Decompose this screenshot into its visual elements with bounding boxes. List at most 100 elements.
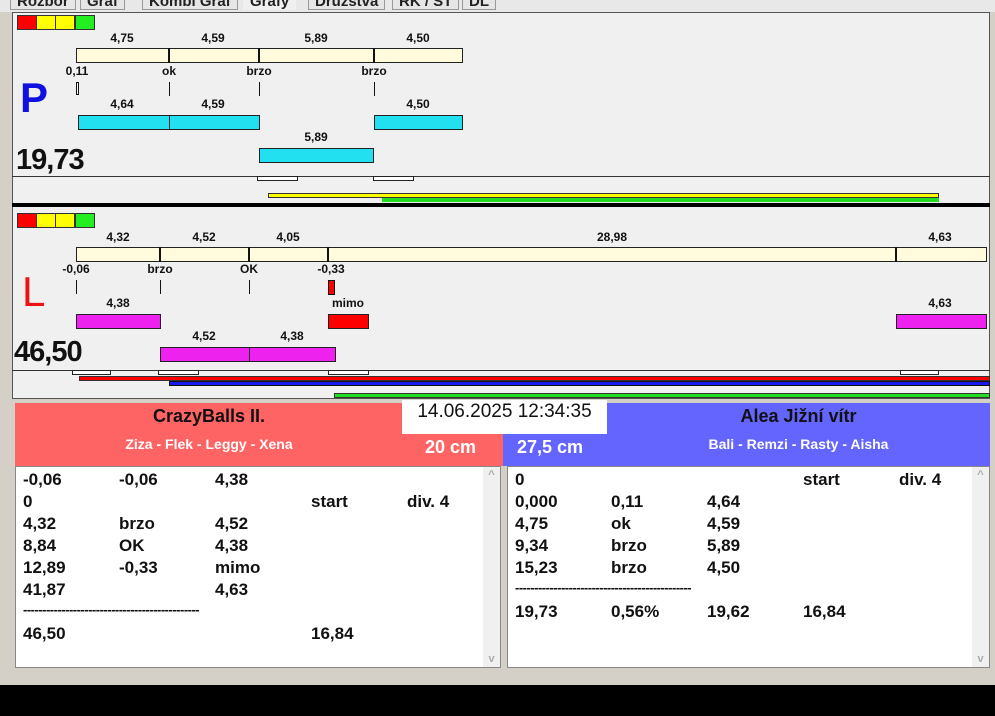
segment-time: 4,59 — [201, 31, 225, 45]
log-cell: brzo — [611, 558, 647, 577]
exchange-label: brzo — [361, 64, 387, 78]
log-cell: 19,62 — [707, 602, 750, 621]
lane-letter: L — [22, 268, 46, 315]
segment-time: 4,63 — [928, 230, 952, 244]
runner-bar — [78, 115, 170, 130]
log-row: 46,50 16,84 — [16, 624, 500, 646]
log-row: 12,89 -0,33 mimo — [16, 558, 500, 580]
log-cell: -0,06 — [23, 470, 62, 489]
log-cell: 4,32 — [23, 514, 57, 533]
log-cell: 5,89 — [707, 536, 741, 555]
tab-druzstva[interactable]: Družstva — [308, 0, 386, 10]
log-row: -0,06 -0,06 4,38 — [16, 470, 500, 492]
log-cell: 0 — [23, 492, 33, 511]
log-cell: start — [311, 492, 348, 511]
status-swatch-red — [17, 15, 37, 30]
log-cell: 4,75 — [515, 514, 549, 533]
log-cell: 8,84 — [23, 536, 57, 555]
left-team-players: Ziza - Flek - Leggy - Xena — [125, 436, 293, 452]
runner-bar — [249, 347, 336, 362]
log-row: 41,87 4,63 — [16, 580, 500, 602]
runner-bar-fault — [328, 314, 369, 329]
segment-time: 4,75 — [110, 31, 134, 45]
runner-bar — [160, 347, 250, 362]
tab-rozbor[interactable]: Rozbor — [10, 0, 76, 10]
runner-bar — [76, 314, 161, 329]
log-row: ----------------------------------------… — [16, 602, 500, 624]
log-cell: 4,50 — [707, 558, 741, 577]
log-cell: OK — [119, 536, 145, 555]
datetime: 14.06.2025 12:34:35 — [402, 400, 607, 434]
tab-graf[interactable]: Graf — [80, 0, 125, 10]
left-team-name: CrazyBalls II. — [152, 406, 266, 426]
log-cell: 16,84 — [803, 602, 846, 621]
log-cell: 0 — [515, 470, 525, 489]
right-team-name: Alea Jižní vítr — [740, 406, 857, 426]
log-cell: 4,64 — [707, 492, 741, 511]
log-cell: 9,34 — [515, 536, 549, 555]
timeline-bar — [76, 48, 463, 63]
segment-time: 4,50 — [406, 31, 430, 45]
runner-bar — [259, 148, 374, 163]
progress-line-green — [382, 198, 939, 202]
segment-time: 5,89 — [304, 31, 328, 45]
log-row: 9,34 brzo 5,89 — [508, 536, 989, 558]
total-time: 46,50 — [14, 336, 83, 368]
log-cell: 4,52 — [215, 514, 249, 533]
log-cell: 0,11 — [611, 492, 644, 511]
log-row: 0,000 0,11 4,64 — [508, 492, 989, 514]
tab-kombi-graf[interactable]: Kombi Graf — [142, 0, 238, 10]
exchange-label: brzo — [147, 262, 173, 276]
log-cell: -0,33 — [119, 558, 158, 577]
log-cell: ok — [611, 514, 631, 533]
log-row: 4,32 brzo 4,52 — [16, 514, 500, 536]
log-row: 19,73 0,56% 19,62 16,84 — [508, 602, 989, 624]
status-swatch-green — [75, 15, 95, 30]
tab-grafy[interactable]: Grafy — [243, 0, 297, 10]
exchange-label: -0,33 — [317, 262, 345, 276]
tab-rk-st[interactable]: RK / ST — [392, 0, 460, 10]
log-cell: -0,06 — [119, 470, 158, 489]
log-cell: 4,38 — [215, 470, 249, 489]
progress-line-green — [334, 393, 990, 398]
log-row: ----------------------------------------… — [508, 580, 989, 602]
log-cell: div. 4 — [899, 470, 942, 489]
exchange-label: brzo — [246, 64, 272, 78]
exchange-label: ok — [161, 64, 177, 78]
left-team-log[interactable]: ^ v -0,06 -0,06 4,38 0 start div. 4 4,32 brzo 4,5… — [15, 466, 501, 668]
status-swatch-yellow — [36, 15, 56, 30]
segment-time: 4,59 — [201, 97, 225, 111]
log-cell: 4,38 — [215, 536, 249, 555]
log-cell: brzo — [119, 514, 155, 533]
right-team-log[interactable]: ^ v 0 start div. 4 0,000 0,11 4,64 4,75 ok 4,59 9,… — [507, 466, 990, 668]
log-cell: 4,63 — [215, 580, 249, 599]
right-team-distance: 27,5 cm — [517, 437, 584, 457]
segment-time: 4,38 — [106, 296, 130, 310]
segment-time: mimo — [331, 296, 365, 310]
log-row: 0 start div. 4 — [508, 470, 989, 492]
segment-time: 4,05 — [276, 230, 300, 244]
tab-dl[interactable]: DL — [462, 0, 496, 10]
runner-bar — [169, 115, 260, 130]
lane-letter: P — [20, 74, 49, 121]
log-cell: 0,56% — [611, 602, 660, 621]
log-cell: 46,50 — [23, 624, 66, 643]
runner-bar — [374, 115, 463, 130]
runner-bar — [896, 314, 987, 329]
log-cell: 19,73 — [515, 602, 558, 621]
exchange-label: OK — [240, 262, 258, 276]
right-team-players: Bali - Remzi - Rasty - Aisha — [708, 436, 889, 452]
log-cell: brzo — [611, 536, 647, 555]
segment-time: 28,98 — [596, 230, 628, 244]
taskbar — [0, 685, 995, 716]
log-cell: 15,23 — [515, 558, 558, 577]
log-row: 15,23 brzo 4,50 — [508, 558, 989, 580]
log-row: 0 start div. 4 — [16, 492, 500, 514]
log-cell: mimo — [215, 558, 261, 577]
log-cell: 4,59 — [707, 514, 741, 533]
exchange-label: 0,11 — [65, 64, 89, 78]
timeline-bar — [76, 247, 987, 262]
log-cell: 41,87 — [23, 580, 66, 599]
exchange-label: -0,06 — [62, 262, 90, 276]
log-cell: 16,84 — [311, 624, 354, 643]
